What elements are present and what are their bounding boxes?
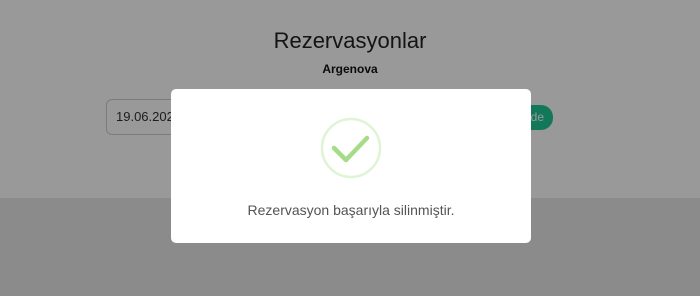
success-check-icon	[320, 117, 382, 179]
modal-overlay[interactable]: Rezervasyon başarıyla silinmiştir.	[0, 0, 700, 296]
success-message: Rezervasyon başarıyla silinmiştir.	[247, 202, 455, 218]
success-dialog: Rezervasyon başarıyla silinmiştir.	[171, 89, 531, 243]
